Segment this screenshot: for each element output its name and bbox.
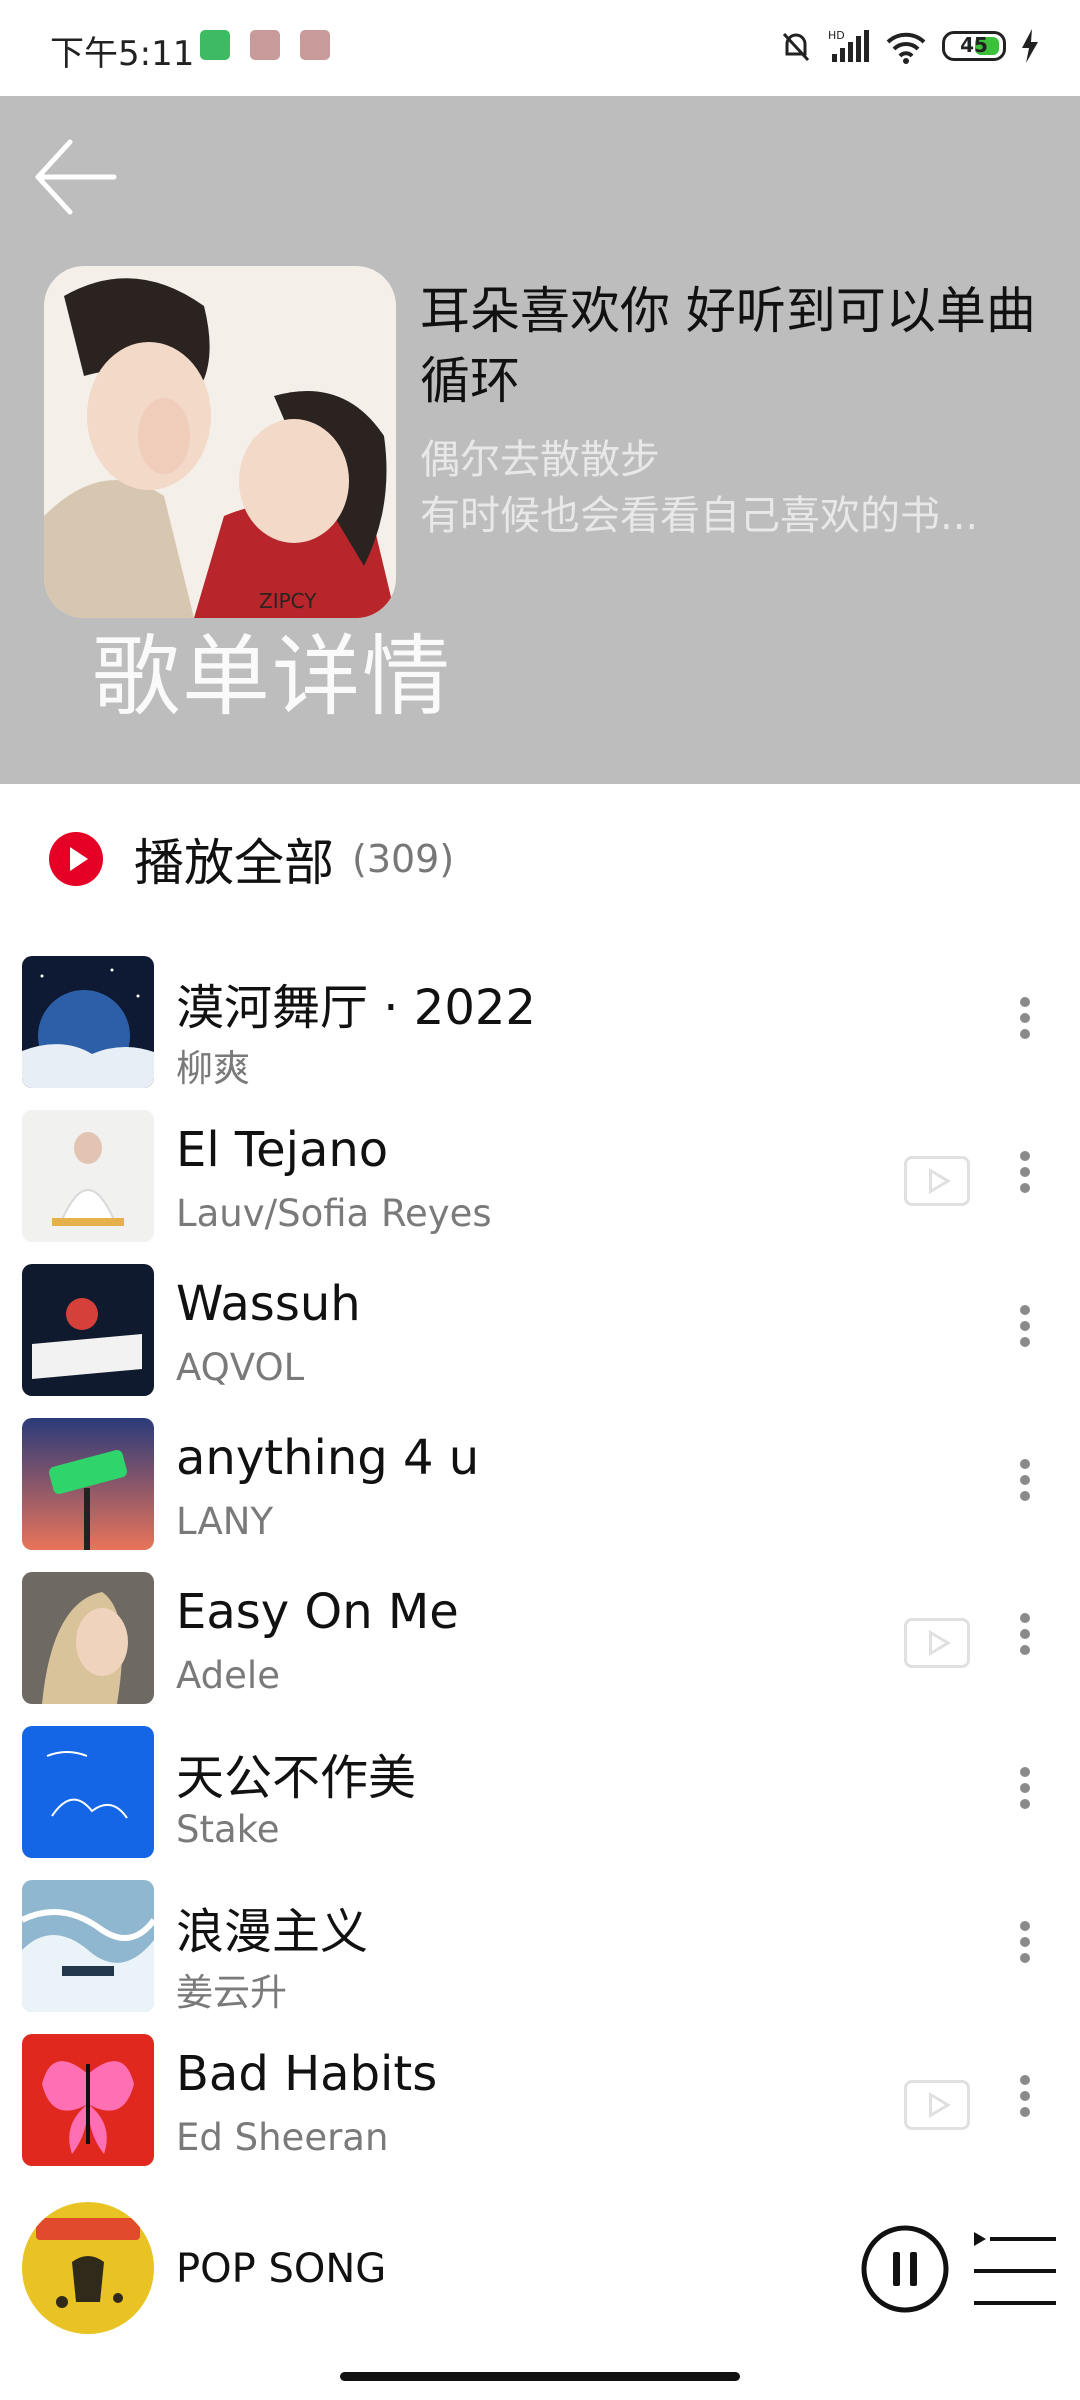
album-art	[22, 1726, 154, 1858]
now-playing-title: POP SONG	[176, 2246, 387, 2292]
more-options-icon[interactable]	[1010, 992, 1040, 1062]
song-row[interactable]: 漠河舞厅 · 2022 柳爽	[0, 950, 1080, 1104]
more-options-icon[interactable]	[1010, 2070, 1040, 2140]
album-art	[22, 1880, 154, 2012]
song-row[interactable]: Easy On Me Adele	[0, 1566, 1080, 1720]
song-row[interactable]: 浪漫主义 姜云升	[0, 1874, 1080, 2028]
song-title: 浪漫主义	[176, 1904, 369, 1960]
more-options-icon[interactable]	[1010, 1608, 1040, 1678]
song-row[interactable]: Bad Habits Ed Sheeran	[0, 2028, 1080, 2182]
wifi-icon	[886, 32, 926, 64]
download-icon	[250, 30, 280, 60]
song-title: El Tejano	[176, 1122, 389, 1178]
album-art	[22, 2034, 154, 2166]
song-row[interactable]: anything 4 u LANY	[0, 1412, 1080, 1566]
song-title: Bad Habits	[176, 2046, 438, 2102]
album-art	[22, 1264, 154, 1396]
more-options-icon[interactable]	[1010, 1300, 1040, 1370]
song-list: 漠河舞厅 · 2022 柳爽 El Tejano Lauv/Sofia Reye…	[0, 950, 1080, 2182]
battery-icon: 45	[942, 31, 1006, 61]
song-title: 天公不作美	[176, 1750, 417, 1806]
playlist-description-line1: 偶尔去散散步	[420, 437, 660, 483]
playlist-cover[interactable]: ZIPCY	[44, 266, 396, 618]
play-all-button[interactable]: 播放全部 (309)	[0, 784, 1080, 934]
album-art	[22, 956, 154, 1088]
mv-play-icon[interactable]	[904, 1156, 970, 1206]
play-circle-icon	[49, 832, 103, 886]
album-art	[22, 1418, 154, 1550]
song-row[interactable]: Wassuh AQVOL	[0, 1258, 1080, 1412]
song-title: 漠河舞厅 · 2022	[176, 980, 536, 1036]
home-indicator[interactable]	[340, 2372, 740, 2381]
playlist-description-line2: 有时候也会看看自己喜欢的书...	[420, 493, 979, 539]
playlist-header: ZIPCY 耳朵喜欢你 好听到可以单曲循环 偶尔去散散步 有时候也会看看自己喜欢…	[0, 96, 1080, 784]
mute-bell-icon	[782, 32, 810, 62]
song-row[interactable]: El Tejano Lauv/Sofia Reyes	[0, 1104, 1080, 1258]
download-icon	[300, 30, 330, 60]
song-artist: Stake	[176, 1808, 280, 1851]
more-options-icon[interactable]	[1010, 1146, 1040, 1216]
battery-level: 45	[960, 33, 988, 57]
song-artist: Adele	[176, 1654, 280, 1697]
back-arrow-icon[interactable]	[30, 132, 120, 222]
more-options-icon[interactable]	[1010, 1762, 1040, 1832]
mv-play-icon[interactable]	[904, 2080, 970, 2130]
more-options-icon[interactable]	[1010, 1454, 1040, 1524]
mini-player[interactable]: POP SONG	[0, 2180, 1080, 2370]
song-title: Easy On Me	[176, 1584, 459, 1640]
status-bar: 下午5:11 HD 45	[0, 0, 1080, 96]
play-all-label: 播放全部	[134, 834, 334, 892]
song-artist: AQVOL	[176, 1346, 305, 1389]
song-artist: Lauv/Sofia Reyes	[176, 1192, 492, 1235]
now-playing-art[interactable]	[22, 2202, 154, 2334]
album-art	[22, 1110, 154, 1242]
status-icons: HD 45	[778, 28, 1040, 64]
android-app-icon	[200, 30, 230, 60]
song-count: (309)	[352, 837, 455, 881]
page-title: 歌单详情	[92, 625, 453, 728]
song-artist: LANY	[176, 1500, 274, 1543]
hd-signal-icon: HD	[828, 29, 869, 62]
mv-play-icon[interactable]	[904, 1618, 970, 1668]
pause-icon[interactable]	[860, 2224, 950, 2314]
album-art	[22, 1572, 154, 1704]
playlist-queue-icon[interactable]	[970, 2226, 1060, 2316]
song-artist: 柳爽	[176, 1047, 250, 1090]
charging-icon	[1022, 29, 1038, 63]
playlist-title: 耳朵喜欢你 好听到可以单曲循环	[420, 282, 1036, 410]
more-options-icon[interactable]	[1010, 1916, 1040, 1986]
song-row[interactable]: 天公不作美 Stake	[0, 1720, 1080, 1874]
song-title: anything 4 u	[176, 1430, 480, 1486]
svg-text:HD: HD	[828, 29, 845, 42]
song-artist: Ed Sheeran	[176, 2116, 389, 2159]
status-time: 下午5:11	[50, 34, 195, 74]
playlist-description[interactable]: 偶尔去散散步 有时候也会看看自己喜欢的书...	[420, 432, 1050, 544]
song-title: Wassuh	[176, 1276, 361, 1332]
song-artist: 姜云升	[176, 1971, 287, 2014]
